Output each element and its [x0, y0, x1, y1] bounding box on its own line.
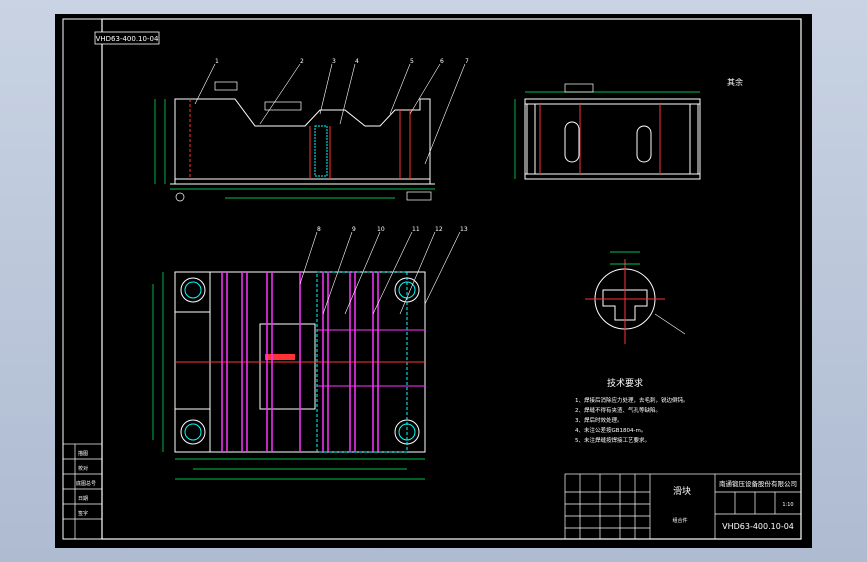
tech-req-2: 2、焊缝不得有夹渣、气孔等缺陷。 [575, 406, 661, 414]
drawing-code: VHD63-400.10-04 [722, 522, 794, 531]
left-side-table [62, 443, 103, 540]
rotated-code-box: VHD63-400.10-04 [94, 31, 160, 45]
side-label-1: 描图 [78, 450, 88, 457]
tech-req-1: 1、焊接后消除应力处理，去毛刺，锐边倒钝。 [575, 396, 689, 404]
balloon-1: 1 [215, 58, 219, 65]
balloon-4: 4 [355, 58, 359, 65]
balloon-6: 6 [440, 58, 444, 65]
detail-view [585, 251, 686, 344]
tech-req-3: 3、焊后时效处理。 [575, 416, 623, 424]
balloon-7: 7 [465, 58, 469, 65]
company: 南通锻压设备股份有限公司 [719, 479, 797, 488]
balloon-2: 2 [300, 58, 304, 65]
balloon-9: 9 [352, 226, 356, 233]
balloon-12: 12 [435, 226, 443, 233]
side-label-3: 底图总号 [76, 480, 96, 487]
drawing-sheet: VHD63-400.10-04 其余 1 2 3 4 5 6 7 8 9 10 … [55, 14, 812, 548]
balloon-5: 5 [410, 58, 414, 65]
side-view [514, 83, 701, 180]
plan-view [152, 271, 426, 480]
balloon-13: 13 [460, 226, 468, 233]
balloon-10: 10 [377, 226, 385, 233]
balloon-11: 11 [412, 226, 420, 233]
tech-req-title: 技术要求 [607, 377, 643, 389]
side-label-2: 校对 [78, 465, 88, 472]
rotated-code: VHD63-400.10-04 [96, 35, 159, 43]
balloon-3: 3 [332, 58, 336, 65]
part-name: 滑块 [673, 485, 691, 497]
tech-req-5: 5、未注焊缝按焊接工艺要求。 [575, 436, 650, 444]
material: 组合件 [672, 517, 687, 524]
side-label-5: 签字 [78, 510, 88, 517]
side-label-4: 日期 [78, 496, 88, 502]
note-top-right: 其余 [727, 77, 743, 87]
scale: 1:10 [782, 502, 793, 508]
balloon-8: 8 [317, 226, 321, 233]
tech-req-4: 4、未注公差按GB1804-m。 [575, 426, 646, 434]
tech-requirements: 技术要求 1、焊接后消除应力处理，去毛刺，锐边倒钝。 2、焊缝不得有夹渣、气孔等… [575, 377, 689, 444]
plan-leaders [299, 231, 461, 315]
